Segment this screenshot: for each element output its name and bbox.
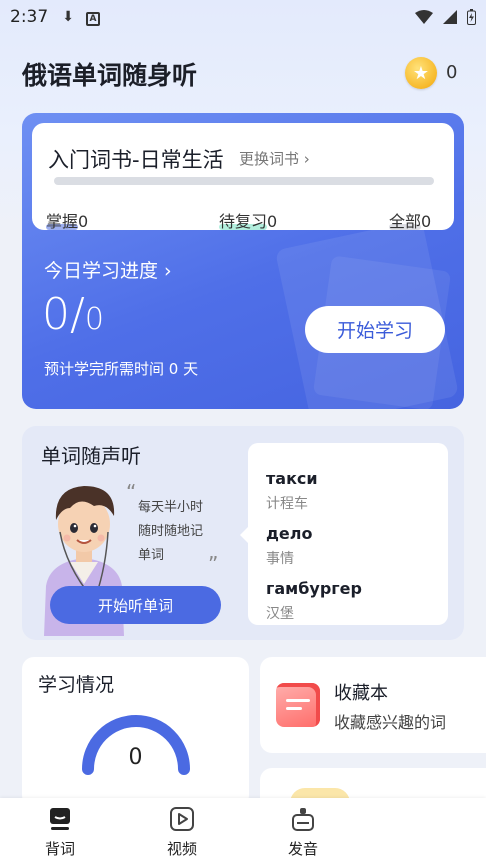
- word-item: дело 事情: [266, 524, 312, 568]
- book-progress-bar: [54, 177, 434, 185]
- signal-icon: [443, 10, 457, 24]
- today-progress-count: 0/0: [42, 289, 104, 340]
- download-icon: ⬇: [62, 9, 74, 25]
- word-russian: гамбургер: [266, 579, 362, 598]
- listen-title: 单词随声听: [41, 444, 141, 468]
- nav-item-label: 发音: [287, 840, 318, 858]
- today-progress-link[interactable]: 今日学习进度 ›: [44, 256, 172, 283]
- app-title: 俄语单词随身听: [22, 61, 198, 90]
- nav-item-video[interactable]: 视频: [152, 806, 212, 859]
- stat-review-label: 待复习: [219, 212, 268, 231]
- estimated-time-value: 0: [168, 360, 179, 378]
- app-notification-icon: A: [85, 9, 100, 26]
- favorites-card[interactable]: 收藏本 收藏感兴趣的词: [260, 657, 486, 753]
- nav-item-words[interactable]: 背词: [30, 806, 90, 859]
- word-chinese: 事情: [266, 551, 294, 567]
- estimated-time-label: 预计学完所需时间: [44, 360, 165, 378]
- coin-icon[interactable]: ★: [405, 57, 437, 89]
- word-item: гамбургер 汉堡: [266, 579, 362, 623]
- bottom-nav: 背词 视频 发音: [0, 798, 486, 864]
- quote-open-icon: “: [126, 480, 137, 504]
- listen-slogan-line: 单词: [138, 548, 165, 563]
- favorites-title: 收藏本: [334, 683, 388, 704]
- pronunciation-icon: [292, 808, 314, 831]
- nav-item-label: 背词: [44, 840, 75, 858]
- stat-all-label: 全部: [389, 212, 422, 231]
- study-gauge-value: 0: [128, 745, 143, 770]
- stat-mastered: 掌握0: [46, 208, 88, 232]
- word-preview-panel: такси 计程车 дело 事情 гамбургер 汉堡: [240, 443, 448, 625]
- estimated-time-unit: 天: [183, 360, 199, 378]
- stat-all-value: 0: [421, 212, 432, 231]
- stat-review: 待复习0: [219, 208, 277, 232]
- status-time: 2:37: [10, 7, 49, 27]
- quote-close-icon: ”: [208, 552, 219, 576]
- word-russian: такси: [266, 469, 318, 488]
- listen-slogan-line: 每天半小时: [138, 500, 204, 515]
- stat-mastered-value: 0: [78, 212, 89, 231]
- study-stats-card[interactable]: 学习情况 0: [22, 657, 249, 807]
- word-russian: дело: [266, 524, 313, 543]
- start-listen-button[interactable]: 开始听单词: [50, 586, 221, 624]
- word-item: такси 计程车: [266, 469, 318, 513]
- favorites-subtitle: 收藏感兴趣的词: [334, 713, 447, 732]
- word-chinese: 汉堡: [266, 606, 294, 622]
- wifi-icon: [415, 10, 433, 24]
- nav-item-label: 视频: [166, 840, 197, 858]
- word-listen-card: 单词随声听 “ 每天半小时 随时随地记 单词 ” 开始听单词 такси 计程车…: [22, 426, 464, 640]
- bookmark-book-icon: [276, 683, 320, 727]
- nav-item-pronunciation[interactable]: 发音: [273, 806, 333, 859]
- study-progress-card: 入门词书-日常生活 更换词书 › 掌握0 待复习0 全部0 今日学习进度 › 0…: [22, 113, 464, 409]
- book-title: 入门词书-日常生活: [48, 148, 224, 172]
- change-book-link[interactable]: 更换词书 ›: [239, 148, 310, 169]
- listen-slogan-line: 随时随地记: [138, 524, 204, 539]
- battery-icon: [467, 9, 476, 25]
- video-icon: [170, 807, 194, 831]
- listen-slogan: 每天半小时 随时随地记 单词: [138, 496, 248, 568]
- coin-count: 0: [446, 62, 458, 83]
- today-done: 0: [42, 289, 70, 340]
- stat-all: 全部0: [389, 208, 431, 232]
- today-slash: /: [70, 289, 85, 340]
- estimated-time: 预计学完所需时间 0 天: [44, 358, 198, 379]
- word-study-icon: [50, 808, 70, 830]
- word-chinese: 计程车: [266, 496, 308, 512]
- stat-review-value: 0: [267, 212, 278, 231]
- today-total: 0: [84, 302, 104, 337]
- stat-mastered-label: 掌握: [46, 212, 79, 231]
- study-stats-title: 学习情况: [38, 674, 115, 696]
- status-bar: 2:37 ⬇ A: [0, 0, 486, 34]
- current-book-panel[interactable]: 入门词书-日常生活 更换词书 › 掌握0 待复习0 全部0: [32, 123, 454, 232]
- start-study-button[interactable]: 开始学习: [305, 306, 445, 353]
